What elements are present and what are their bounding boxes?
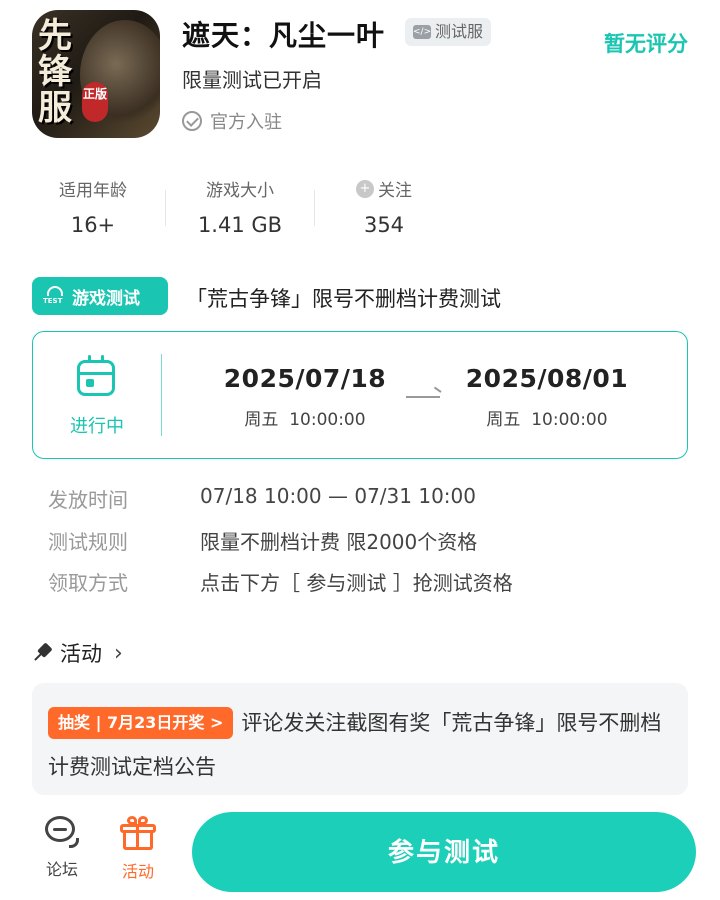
test-icon: TEST: [43, 285, 66, 307]
gift-icon: [119, 816, 157, 850]
calendar-icon: [77, 355, 115, 396]
app-icon: 先锋服 正版: [32, 10, 160, 138]
test-server-badge: </> 测试服: [405, 18, 492, 46]
rating: 暂无评分: [604, 32, 688, 56]
activity-section-link[interactable]: 活动 ›: [32, 638, 123, 668]
info-key: 领取方式: [48, 571, 128, 595]
chat-bubble-icon: [43, 816, 81, 848]
info-value: 限量不删档计费 限2000个资格: [200, 530, 478, 554]
info-key: 发放时间: [48, 488, 128, 512]
lottery-tag: 抽奖 | 7月23日开奖 >: [48, 707, 234, 739]
info-value: 07/18 10:00 — 07/31 10:00: [200, 484, 476, 508]
size-value: 1.41 GB: [197, 213, 283, 237]
age-value: 16+: [70, 213, 116, 237]
stat-size: 游戏大小 1.41 GB: [196, 176, 284, 237]
divider: [314, 190, 315, 226]
app-icon-seal: 正版: [82, 82, 108, 122]
follow-label: 关注: [378, 181, 412, 201]
info-row-release-time: 发放时间 07/18 10:00 — 07/31 10:00: [48, 484, 476, 513]
stat-follow[interactable]: + 关注 354: [346, 176, 422, 237]
test-schedule-card: 进行中 2025/07/18 周五 10:00:00 2025/08/01 周五…: [32, 331, 688, 459]
start-date-block: 2025/07/18 周五 10:00:00: [205, 364, 405, 430]
pin-icon: [28, 639, 56, 667]
info-row-test-rules: 测试规则 限量不删档计费 限2000个资格: [48, 526, 477, 555]
start-time: 周五 10:00:00: [244, 410, 366, 430]
activity-heading: 活动: [60, 642, 102, 666]
start-date: 2025/07/18: [223, 364, 387, 393]
activity-card[interactable]: 抽奖 | 7月23日开奖 > 评论发关注截图有奖「荒古争锋」限号不删档计费测试定档…: [32, 683, 688, 795]
official-badge: 官方入驻: [182, 108, 282, 134]
forum-button[interactable]: 论坛: [34, 816, 90, 880]
check-circle-icon: [182, 111, 202, 131]
divider: [161, 354, 162, 436]
info-value: 点击下方［ 参与测试 ］抢测试资格: [200, 571, 513, 595]
info-key: 测试规则: [48, 530, 128, 554]
status-label: 进行中: [70, 416, 124, 437]
join-test-button[interactable]: 参与测试: [192, 812, 696, 892]
forum-label: 论坛: [45, 860, 78, 879]
divider: [165, 190, 166, 226]
end-date-block: 2025/08/01 周五 10:00:00: [447, 364, 647, 430]
follow-value: 354: [363, 213, 405, 237]
official-label: 官方入驻: [210, 112, 282, 133]
activity-label: 活动: [121, 862, 154, 881]
app-icon-text: 先锋服: [38, 16, 72, 128]
activity-button[interactable]: 活动: [110, 816, 166, 882]
test-server-label: 测试服: [435, 22, 484, 41]
game-test-label: 游戏测试: [72, 288, 140, 309]
test-name: 「荒古争锋」限号不删档计费测试: [186, 287, 501, 311]
chevron-right-icon: ›: [114, 640, 123, 666]
heart-plus-icon: +: [356, 179, 374, 198]
arrow-right-icon: [406, 396, 440, 398]
end-date: 2025/08/01: [465, 364, 629, 393]
size-label: 游戏大小: [206, 181, 274, 201]
game-title: 遮天：凡尘一叶: [182, 19, 386, 52]
info-row-claim-method: 领取方式 点击下方［ 参与测试 ］抢测试资格: [48, 567, 513, 596]
code-icon: </>: [413, 25, 432, 39]
end-time: 周五 10:00:00: [486, 410, 608, 430]
game-test-tag: TEST 游戏测试: [32, 277, 168, 315]
status-block: 进行中: [33, 332, 161, 457]
age-label: 适用年龄: [59, 181, 127, 201]
stat-age: 适用年龄 16+: [52, 176, 134, 237]
game-subtitle: 限量测试已开启: [182, 68, 322, 92]
